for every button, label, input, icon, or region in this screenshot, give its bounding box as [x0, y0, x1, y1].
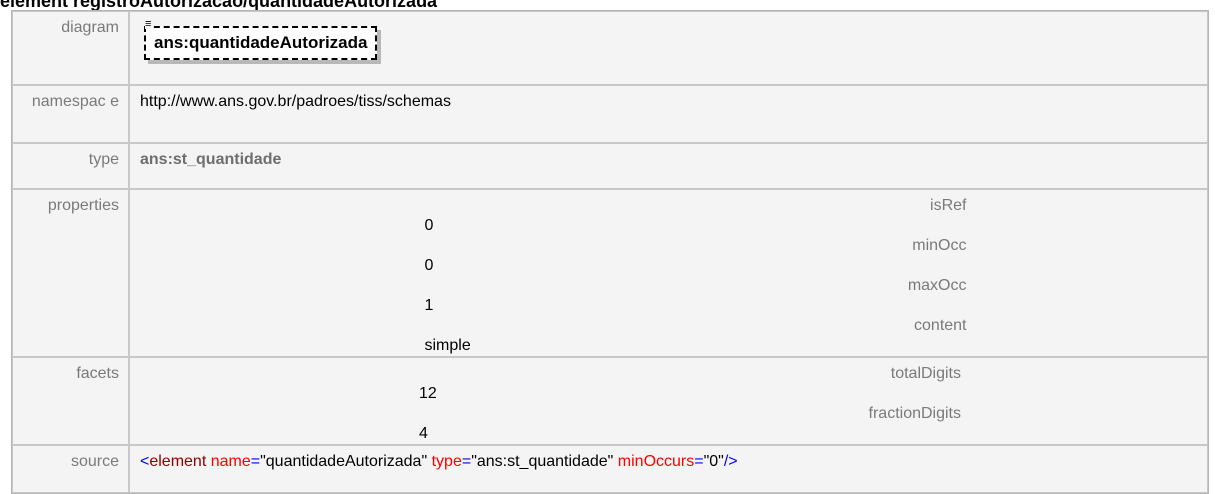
source-attr-value: "quantidadeAutorizada": [260, 453, 428, 470]
source-equals: =: [694, 453, 704, 470]
diagram-row: diagram ≡ ans:quantidadeAutorizada: [12, 11, 1208, 85]
schema-doc-table: diagram ≡ ans:quantidadeAutorizada names…: [11, 10, 1209, 494]
properties-list: isRef 0 minOcc 0 maxOcc 1 content simple: [129, 189, 1208, 357]
source-code: <element name="quantidadeAutorizada" typ…: [129, 445, 1208, 493]
namespace-value: http://www.ans.gov.br/padroes/tiss/schem…: [129, 85, 1208, 143]
facet-key: fractionDigits: [868, 405, 961, 422]
list-icon: ≡: [145, 18, 152, 30]
source-label: source: [12, 445, 129, 493]
property-value: 0: [424, 217, 434, 234]
diagram-label: diagram: [12, 11, 129, 85]
source-tag-name: element: [149, 453, 207, 470]
type-row: type ans:st_quantidade: [12, 143, 1208, 189]
facet-item: fractionDigits 4: [140, 404, 1197, 444]
property-item: isRef 0: [140, 196, 1197, 236]
properties-label: properties: [12, 189, 129, 357]
property-key: minOcc: [912, 237, 967, 254]
facets-label: facets: [12, 357, 129, 445]
property-key: isRef: [930, 197, 967, 214]
property-item: maxOcc 1: [140, 276, 1197, 316]
diagram-cell: ≡ ans:quantidadeAutorizada: [129, 11, 1208, 85]
element-diagram-box[interactable]: ≡ ans:quantidadeAutorizada: [144, 19, 378, 60]
close-bracket: />: [723, 453, 738, 470]
facet-value: 12: [419, 385, 437, 402]
property-key: content: [914, 317, 967, 334]
source-row: source <element name="quantidadeAutoriza…: [12, 445, 1208, 493]
property-value: 1: [424, 297, 434, 314]
source-attr-name: type: [431, 453, 462, 470]
properties-row: properties isRef 0 minOcc 0 maxOcc 1 con…: [12, 189, 1208, 357]
source-attr-value: "0": [703, 453, 724, 470]
facets-row: facets totalDigits 12 fractionDigits 4: [12, 357, 1208, 445]
source-equals: =: [461, 453, 472, 470]
type-value[interactable]: ans:st_quantidade: [140, 151, 281, 168]
source-attr-name: minOccurs: [617, 453, 695, 470]
facet-value: 4: [419, 425, 428, 442]
facet-key: totalDigits: [890, 365, 961, 382]
property-item: minOcc 0: [140, 236, 1197, 276]
open-bracket: <: [140, 453, 150, 470]
namespace-label: namespac e: [12, 85, 129, 143]
source-attr-name: name: [210, 453, 251, 470]
property-item: content simple: [140, 316, 1197, 356]
type-label: type: [12, 143, 129, 189]
diagram-element-name: ans:quantidadeAutorizada: [154, 33, 368, 52]
facets-list: totalDigits 12 fractionDigits 4: [129, 357, 1208, 445]
source-equals: =: [250, 453, 261, 470]
source-attr-value: "ans:st_quantidade": [471, 453, 614, 470]
property-value: simple: [424, 337, 471, 354]
property-value: 0: [424, 257, 434, 274]
facet-item: totalDigits 12: [140, 364, 1197, 404]
namespace-row: namespac e http://www.ans.gov.br/padroes…: [12, 85, 1208, 143]
property-key: maxOcc: [907, 277, 967, 294]
